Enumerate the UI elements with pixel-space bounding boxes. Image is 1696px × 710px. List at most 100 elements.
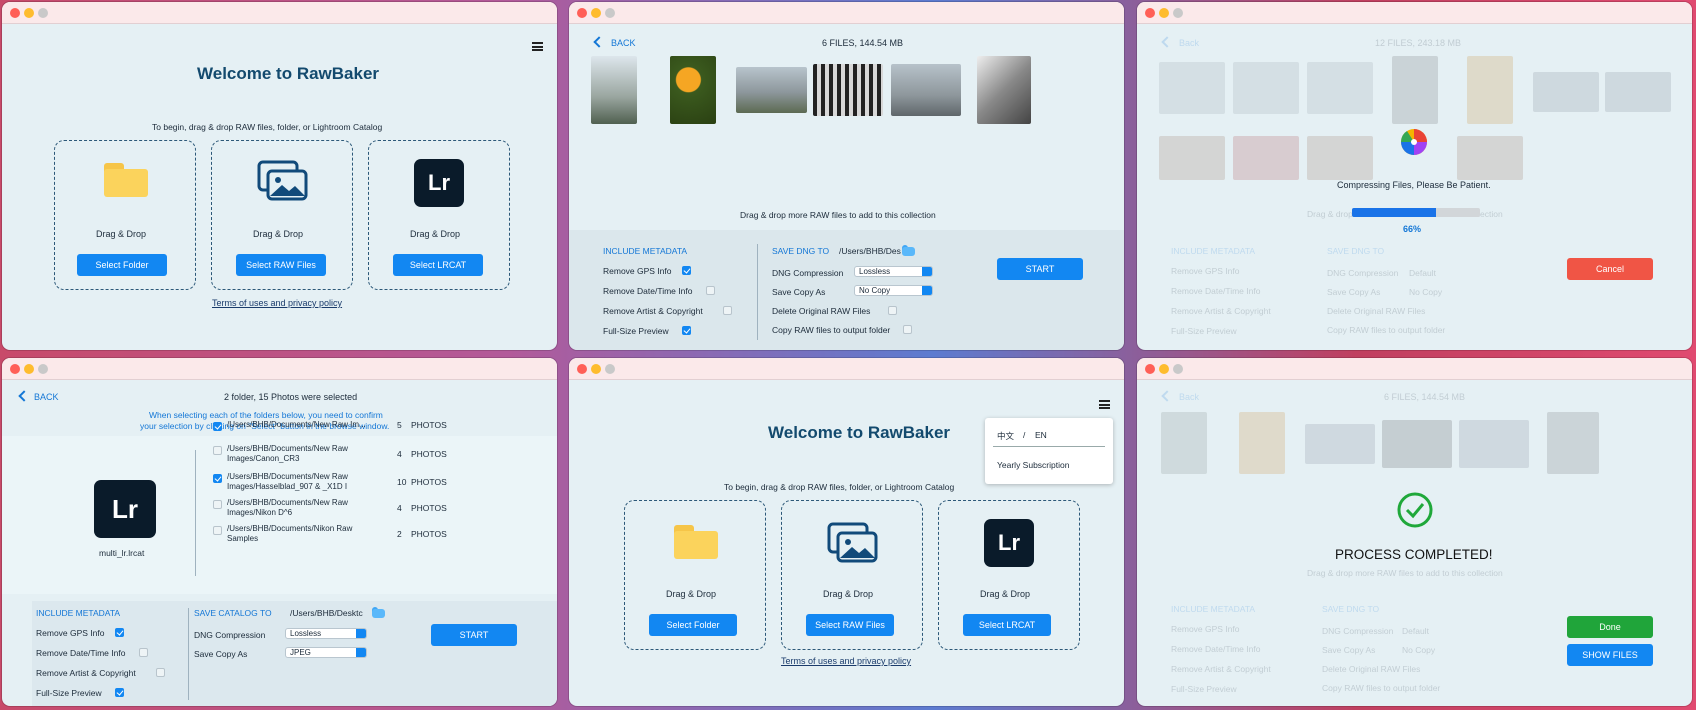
back-button[interactable]: BACK bbox=[611, 38, 636, 48]
start-button[interactable]: START bbox=[997, 258, 1083, 280]
drop-label: Drag & Drop bbox=[253, 229, 304, 239]
drop-zone-lrcat[interactable]: Lr Drag & Drop Select LRCAT bbox=[938, 500, 1080, 650]
thumbnail[interactable] bbox=[891, 64, 961, 116]
yearly-subscription-item[interactable]: Yearly Subscription bbox=[997, 460, 1069, 470]
full-size-preview-checkbox[interactable] bbox=[115, 688, 124, 697]
minimize-window-button[interactable] bbox=[591, 8, 601, 18]
save-catalog-to-heading: SAVE CATALOG TO bbox=[194, 608, 272, 618]
save-copy-as-label: Save Copy As bbox=[772, 287, 826, 297]
thumbnail[interactable] bbox=[591, 56, 637, 124]
window-lrcat-selection: BACK 2 folder, 15 Photos were selected W… bbox=[2, 358, 557, 706]
language-chinese[interactable]: 中文 bbox=[997, 430, 1014, 442]
zoom-window-button[interactable] bbox=[38, 8, 48, 18]
drop-zone-lrcat[interactable]: Lr Drag & Drop Select LRCAT bbox=[368, 140, 510, 290]
close-window-button[interactable] bbox=[577, 364, 587, 374]
delete-original-checkbox[interactable] bbox=[888, 306, 897, 315]
show-files-button[interactable]: SHOW FILES bbox=[1567, 644, 1653, 666]
select-lrcat-button[interactable]: Select LRCAT bbox=[393, 254, 483, 276]
remove-datetime-label: Remove Date/Time Info bbox=[1171, 286, 1261, 296]
thumbnail[interactable] bbox=[813, 64, 883, 116]
save-copy-as-select[interactable]: No Copy bbox=[854, 285, 933, 296]
minimize-window-button[interactable] bbox=[1159, 8, 1169, 18]
remove-artist-label: Remove Artist & Copyright bbox=[603, 306, 703, 316]
page-title: Welcome to RawBaker bbox=[768, 423, 951, 442]
close-window-button[interactable] bbox=[10, 364, 20, 374]
select-lrcat-button[interactable]: Select LRCAT bbox=[963, 614, 1051, 636]
title-bar bbox=[569, 2, 1124, 24]
remove-datetime-checkbox[interactable] bbox=[706, 286, 715, 295]
title-bar bbox=[2, 358, 557, 380]
drag-hint: Drag & drop more RAW files to add to thi… bbox=[1307, 568, 1503, 578]
back-button[interactable]: BACK bbox=[34, 392, 59, 402]
full-size-preview-checkbox[interactable] bbox=[682, 326, 691, 335]
select-folder-button[interactable]: Select Folder bbox=[77, 254, 167, 276]
terms-link[interactable]: Terms of uses and privacy policy bbox=[212, 298, 342, 308]
close-window-button[interactable] bbox=[1145, 8, 1155, 18]
minimize-window-button[interactable] bbox=[24, 8, 34, 18]
back-chevron-icon[interactable] bbox=[593, 36, 605, 48]
copy-raw-label: Copy RAW files to output folder bbox=[1327, 325, 1446, 335]
remove-gps-checkbox[interactable] bbox=[115, 628, 124, 637]
back-chevron-icon[interactable] bbox=[18, 390, 30, 402]
terms-link[interactable]: Terms of uses and privacy policy bbox=[781, 656, 911, 666]
dng-compression-select[interactable]: Lossless bbox=[285, 628, 367, 639]
select-folder-button[interactable]: Select Folder bbox=[649, 614, 737, 636]
folder-icon bbox=[674, 525, 718, 559]
choose-folder-icon[interactable] bbox=[902, 245, 915, 256]
include-metadata-heading: INCLUDE METADATA bbox=[1171, 246, 1256, 256]
copy-raw-checkbox[interactable] bbox=[903, 325, 912, 334]
close-window-button[interactable] bbox=[577, 8, 587, 18]
select-raw-files-button[interactable]: Select RAW Files bbox=[236, 254, 326, 276]
thumbnail[interactable] bbox=[670, 56, 716, 124]
save-copy-as-select[interactable]: JPEG bbox=[285, 647, 367, 658]
drop-zone-folder[interactable]: Drag & Drop Select Folder bbox=[624, 500, 766, 650]
remove-artist-checkbox[interactable] bbox=[156, 668, 165, 677]
drop-zone-folder[interactable]: Drag & Drop Select Folder bbox=[54, 140, 196, 290]
folder-checkbox[interactable] bbox=[213, 474, 222, 483]
thumbnail bbox=[1233, 62, 1299, 114]
dng-compression-value: Default bbox=[1402, 626, 1429, 636]
folder-checkbox[interactable] bbox=[213, 422, 222, 431]
hamburger-menu-icon[interactable] bbox=[532, 42, 543, 51]
folder-checkbox[interactable] bbox=[213, 446, 222, 455]
minimize-window-button[interactable] bbox=[591, 364, 601, 374]
remove-gps-checkbox[interactable] bbox=[682, 266, 691, 275]
drop-zone-raw[interactable]: Drag & Drop Select RAW Files bbox=[211, 140, 353, 290]
delete-original-label: Delete Original RAW Files bbox=[1327, 306, 1426, 316]
folder-checkbox[interactable] bbox=[213, 500, 222, 509]
menu-divider bbox=[993, 446, 1105, 447]
thumbnail bbox=[1533, 72, 1599, 112]
close-window-button[interactable] bbox=[10, 8, 20, 18]
zoom-window-button[interactable] bbox=[1173, 8, 1183, 18]
dng-compression-select[interactable]: Lossless bbox=[854, 266, 933, 277]
save-copy-as-value: No Copy bbox=[1409, 287, 1443, 297]
hamburger-menu-icon[interactable] bbox=[1099, 400, 1110, 409]
save-copy-as-label: Save Copy As bbox=[194, 649, 248, 659]
zoom-window-button[interactable] bbox=[1173, 364, 1183, 374]
progress-percent: 66% bbox=[1403, 224, 1422, 234]
drop-zone-raw[interactable]: Drag & Drop Select RAW Files bbox=[781, 500, 923, 650]
close-window-button[interactable] bbox=[1145, 364, 1155, 374]
back-button: Back bbox=[1179, 392, 1200, 402]
folder-checkbox[interactable] bbox=[213, 526, 222, 535]
zoom-window-button[interactable] bbox=[605, 364, 615, 374]
thumbnail[interactable] bbox=[977, 56, 1031, 124]
language-english[interactable]: EN bbox=[1035, 430, 1047, 440]
start-button[interactable]: START bbox=[431, 624, 517, 646]
drop-label: Drag & Drop bbox=[980, 589, 1031, 599]
remove-artist-checkbox[interactable] bbox=[723, 306, 732, 315]
minimize-window-button[interactable] bbox=[24, 364, 34, 374]
save-dng-to-heading: SAVE DNG TO bbox=[772, 246, 830, 256]
zoom-window-button[interactable] bbox=[605, 8, 615, 18]
thumbnail[interactable] bbox=[736, 67, 807, 113]
done-button[interactable]: Done bbox=[1567, 616, 1653, 638]
select-raw-files-button[interactable]: Select RAW Files bbox=[806, 614, 894, 636]
zoom-window-button[interactable] bbox=[38, 364, 48, 374]
cancel-button[interactable]: Cancel bbox=[1567, 258, 1653, 280]
minimize-window-button[interactable] bbox=[1159, 364, 1169, 374]
save-copy-as-label: Save Copy As bbox=[1322, 645, 1376, 655]
drop-label: Drag & Drop bbox=[96, 229, 147, 239]
choose-folder-icon[interactable] bbox=[372, 607, 385, 618]
remove-datetime-checkbox[interactable] bbox=[139, 648, 148, 657]
catalog-name: multi_lr.lrcat bbox=[99, 548, 145, 558]
